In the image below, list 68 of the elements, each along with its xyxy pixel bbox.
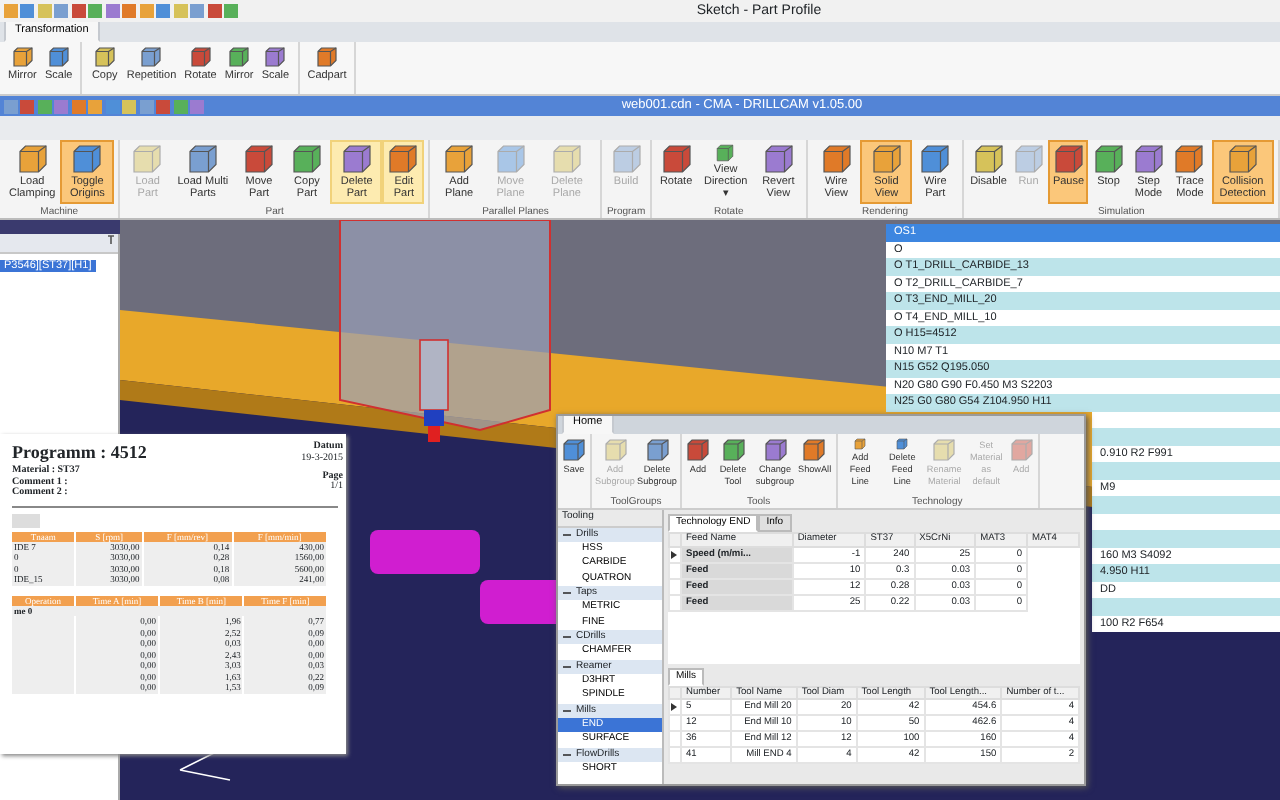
collapse-icon [562,661,572,672]
square-icon[interactable] [207,4,221,18]
cube-icon [562,438,586,462]
cube-icon [189,46,212,68]
cube-icon [341,144,372,174]
list-row[interactable] [1092,462,1280,480]
cube-icon [721,438,745,462]
cube-icon [132,144,163,174]
cube-icon [47,46,70,68]
square-icon[interactable] [122,99,136,113]
cube-icon [932,438,957,462]
list-row[interactable] [1092,598,1280,616]
square-icon[interactable] [88,99,102,113]
cube-icon [1009,438,1034,462]
cube-icon [1093,144,1124,174]
cube-icon [763,144,794,174]
cube-icon [802,438,827,462]
list-row[interactable] [1092,496,1280,514]
collapse-icon [562,588,572,599]
cube-icon [316,46,338,68]
cube-icon [140,46,163,68]
square-icon[interactable] [139,4,153,18]
list-row[interactable] [1092,428,1280,446]
cube-icon [388,144,419,174]
cube-icon [187,144,218,174]
cube-icon [920,144,951,174]
cube-icon [1174,144,1205,174]
row-header[interactable] [669,747,681,764]
cube-icon [763,438,787,462]
cube-icon [244,144,275,174]
cube-icon [1227,144,1258,174]
row-header[interactable] [669,731,681,748]
cube-icon [444,144,475,174]
collapse-icon [562,632,572,643]
pin-icon [105,234,115,246]
cube-icon [264,46,287,68]
square-icon[interactable] [3,4,17,18]
row-pointer-icon[interactable] [669,699,681,716]
cube-icon [871,144,902,174]
list-row[interactable] [1092,412,1280,428]
cube-icon [645,438,669,462]
cube-icon [821,144,852,174]
list-row[interactable] [1092,530,1280,548]
square-icon[interactable] [105,4,119,18]
collapse-icon [562,705,572,716]
cube-icon [72,144,103,174]
cube-icon [93,46,116,68]
tab-strip [12,514,40,529]
report-title: Programm : 4512 [12,442,147,463]
cube-icon [228,46,251,68]
cube-icon [495,144,526,174]
cube-icon [1133,144,1164,174]
cube-icon [551,144,582,174]
collapse-icon [562,529,572,540]
cube-icon [603,438,627,462]
cube-icon [611,144,642,174]
list-row[interactable] [1092,514,1280,530]
cube-icon [1013,144,1044,174]
cube-icon [1053,144,1084,174]
cube-icon [11,46,34,68]
clamp-block [370,530,480,574]
cube-icon [686,438,710,462]
cube-icon [291,144,322,174]
square-icon[interactable] [71,4,85,18]
cube-icon [973,144,1004,174]
cube-icon [17,144,48,174]
collapse-icon [562,749,572,760]
cube-icon [661,144,692,174]
